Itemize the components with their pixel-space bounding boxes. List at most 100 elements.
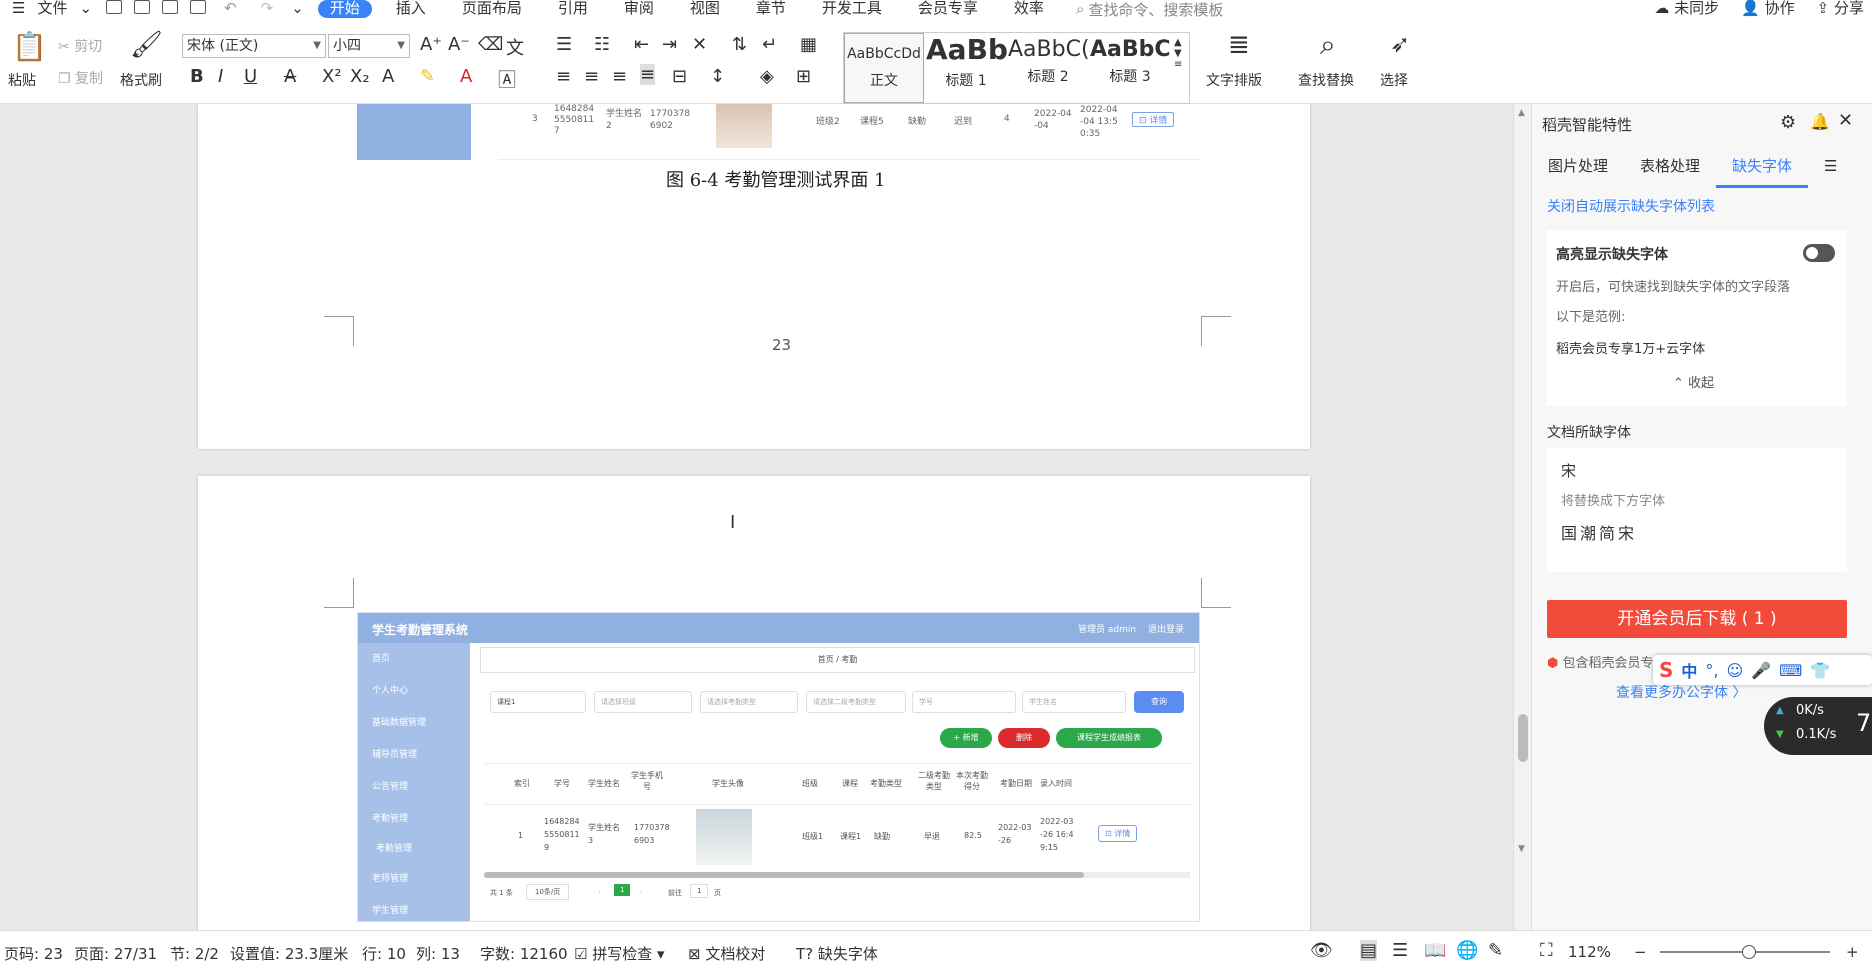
spell-check-button[interactable]: ☑ 拼写检查 ▾ xyxy=(574,943,665,964)
web-view-icon[interactable]: 🌐 xyxy=(1456,940,1478,961)
tab-home[interactable]: 开始 xyxy=(317,0,372,18)
align-center-icon[interactable]: ≡ xyxy=(584,66,599,87)
write-view-icon[interactable]: ✎ xyxy=(1488,940,1503,961)
tab-chapter[interactable]: 章节 xyxy=(744,0,798,18)
style-scroll-icon[interactable]: ▲ ▼ ≡ xyxy=(1174,37,1182,70)
tab-review[interactable]: 审阅 xyxy=(612,0,666,18)
increase-font-icon[interactable]: A⁺ xyxy=(420,34,442,55)
zoom-out-icon[interactable]: − xyxy=(1634,943,1647,961)
punct-icon[interactable]: °, xyxy=(1705,661,1718,680)
read-view-icon[interactable]: 📖 xyxy=(1424,940,1446,961)
italic-icon[interactable]: I xyxy=(218,66,223,87)
tab-missing-fonts[interactable]: 缺失字体 xyxy=(1716,148,1809,188)
page-23[interactable]: 3 1648284 5550811 7 学生姓名 2 1770378 6902 … xyxy=(198,104,1310,449)
status-section[interactable]: 节: 2/2 xyxy=(170,943,219,964)
ime-toolbar[interactable]: S 中 °, ☺ 🎤 ⌨ 👕 xyxy=(1653,655,1872,685)
decrease-font-icon[interactable]: A⁻ xyxy=(448,34,470,55)
align-left-icon[interactable]: ≡ xyxy=(556,66,571,87)
export-icon[interactable] xyxy=(134,0,151,14)
scroll-down-icon[interactable]: ▼ xyxy=(1518,844,1525,854)
bold-icon[interactable]: B xyxy=(190,66,204,87)
tab-page-layout[interactable]: 页面布局 xyxy=(450,0,534,18)
zoom-slider[interactable] xyxy=(1660,945,1830,959)
ime-lang[interactable]: 中 xyxy=(1681,658,1697,682)
format-painter-icon[interactable]: 🖌 xyxy=(130,30,163,60)
numbered-list-icon[interactable]: ☷ xyxy=(594,34,610,55)
status-page[interactable]: 页面: 27/31 xyxy=(74,943,157,964)
proof-button[interactable]: ⊠ 文档校对 xyxy=(688,943,765,964)
file-menu[interactable]: 文件 xyxy=(37,0,79,18)
find-replace-button[interactable]: 查找替换 xyxy=(1298,70,1354,90)
find-replace-icon[interactable]: ⌕ xyxy=(1320,28,1336,62)
table-icon[interactable]: ▦ xyxy=(800,34,817,55)
eye-protect-icon[interactable]: 👁 xyxy=(1310,940,1333,961)
missing-font-button[interactable]: T? 缺失字体 xyxy=(796,943,878,964)
more-icon[interactable]: ⌄ xyxy=(285,0,310,18)
command-search[interactable]: 查找命令、搜索模板 xyxy=(1088,0,1223,20)
mic-icon[interactable]: 🎤 xyxy=(1751,661,1771,680)
font-size-select[interactable]: 小四 ▼ xyxy=(328,34,410,58)
tab-developer[interactable]: 开发工具 xyxy=(810,0,894,18)
share-button[interactable]: ⇪ 分享 xyxy=(1817,0,1864,18)
search-icon[interactable]: ⌕ xyxy=(1076,0,1084,18)
download-button[interactable]: 开通会员后下载 ( 1 ) xyxy=(1547,600,1847,638)
undo-icon[interactable]: ↶ xyxy=(212,0,249,18)
select-icon[interactable]: ➶ xyxy=(1390,30,1410,58)
clear-format-icon[interactable]: ⌫ xyxy=(478,34,503,55)
tab-image-processing[interactable]: 图片处理 xyxy=(1532,148,1624,188)
status-words[interactable]: 字数: 12160 xyxy=(480,943,568,964)
highlight-icon[interactable]: ✎ xyxy=(420,66,435,87)
settings-icon[interactable]: ⚙ xyxy=(1780,112,1796,133)
tab-insert[interactable]: 插入 xyxy=(384,0,438,18)
format-painter-button[interactable]: 格式刷 xyxy=(120,70,162,90)
print-icon[interactable] xyxy=(162,0,179,14)
show-marks-icon[interactable]: ↵ xyxy=(762,34,777,55)
style-normal[interactable]: AaBbCcDd 正文 xyxy=(844,33,924,103)
tab-table-processing[interactable]: 表格处理 xyxy=(1624,148,1716,188)
zoom-level[interactable]: 112% xyxy=(1568,943,1611,961)
print-preview-icon[interactable] xyxy=(190,0,207,14)
zoom-slider-thumb[interactable] xyxy=(1742,945,1756,959)
hamburger-icon[interactable]: ☰ xyxy=(0,0,37,18)
outline-view-icon[interactable]: ☰ xyxy=(1392,940,1408,961)
document-scrollbar[interactable]: ▲ ▼ xyxy=(1513,104,1531,930)
copy-button[interactable]: ❐ 复制 xyxy=(58,68,103,88)
text-layout-button[interactable]: 文字排版 xyxy=(1206,70,1262,90)
font-color-icon[interactable]: A xyxy=(460,66,472,87)
tab-member[interactable]: 会员专享 xyxy=(906,0,990,18)
embedded-screenshot[interactable]: 学生考勤管理系统 管理员 admin 退出登录 首页 个人中心 基础数据管理 辅… xyxy=(357,612,1200,922)
style-heading-3[interactable]: AaBbC(标题 3 xyxy=(1090,33,1170,103)
paste-button[interactable]: 粘贴 xyxy=(8,70,36,90)
chinese-layout-icon[interactable]: ✕ xyxy=(692,34,707,55)
status-setting[interactable]: 设置值: 23.3厘米 xyxy=(230,943,348,964)
border-icon[interactable]: ⊞ xyxy=(796,66,811,87)
superscript-icon[interactable]: X² xyxy=(322,66,342,87)
strikethrough-icon[interactable]: A xyxy=(284,66,296,87)
align-right-icon[interactable]: ≡ xyxy=(612,66,627,87)
page-view-icon[interactable]: ▤ xyxy=(1360,940,1378,961)
fit-window-icon[interactable]: ⛶ xyxy=(1540,940,1553,961)
font-name-select[interactable]: 宋体 (正文) ▼ xyxy=(182,34,326,58)
document-area[interactable]: 3 1648284 5550811 7 学生姓名 2 1770378 6902 … xyxy=(0,104,1520,930)
tab-efficiency[interactable]: 效率 xyxy=(1002,0,1056,18)
distribute-icon[interactable]: ⊟ xyxy=(672,66,687,87)
pinyin-icon[interactable]: 文 xyxy=(506,34,524,60)
skin-icon[interactable]: 👕 xyxy=(1810,661,1830,680)
char-border-icon[interactable]: 🄰 xyxy=(498,66,516,92)
panel-title[interactable]: 稻壳智能特性 xyxy=(1542,114,1632,135)
emoji-icon[interactable]: ☺ xyxy=(1727,661,1744,680)
collapse-button[interactable]: ⌃ 收起 xyxy=(1673,372,1714,391)
close-auto-link[interactable]: 关闭自动展示缺失字体列表 xyxy=(1547,196,1715,216)
shading-icon[interactable]: ◈ xyxy=(760,66,774,87)
scroll-up-icon[interactable]: ▲ xyxy=(1518,108,1525,118)
zoom-in-icon[interactable]: + xyxy=(1846,943,1859,961)
tab-view[interactable]: 视图 xyxy=(678,0,732,18)
chevron-down-icon[interactable]: ⌄ xyxy=(79,0,100,18)
redo-icon[interactable]: ↷ xyxy=(249,0,286,18)
sync-status[interactable]: ☁ 未同步 xyxy=(1654,0,1719,18)
save-icon[interactable] xyxy=(106,0,123,14)
cut-button[interactable]: ✂ 剪切 xyxy=(58,36,102,56)
paste-icon[interactable]: 📋 xyxy=(12,30,47,63)
menu-icon[interactable]: ☰ xyxy=(1808,148,1853,188)
style-heading-2[interactable]: AaBbC(标题 2 xyxy=(1008,33,1088,103)
